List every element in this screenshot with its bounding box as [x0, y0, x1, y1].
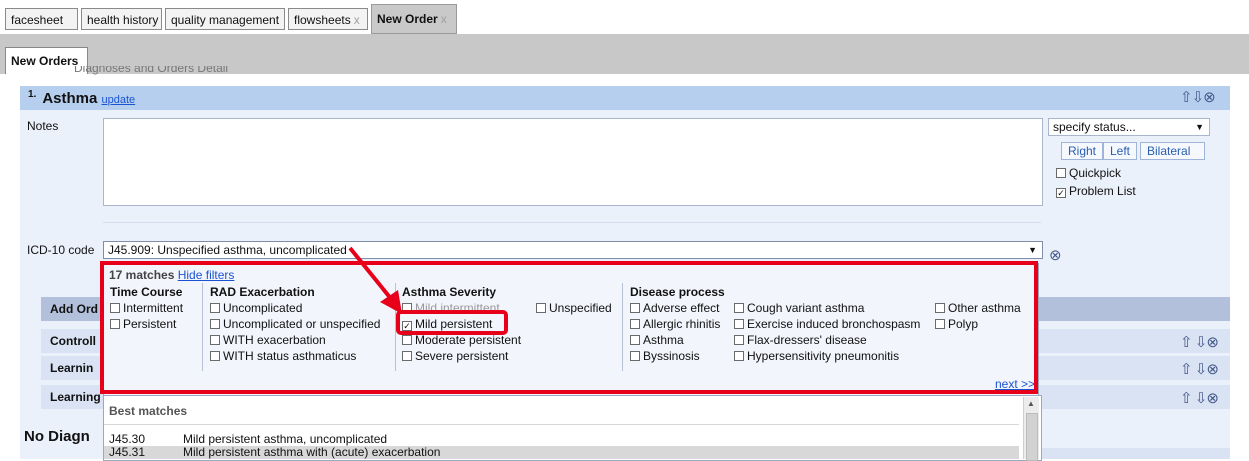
left-button[interactable]: Left	[1103, 142, 1138, 160]
arrow-shaft	[348, 246, 394, 302]
arrow-up-icon[interactable]: ⇧	[1180, 361, 1193, 378]
row-label: Controll	[50, 334, 96, 348]
icd-label: ICD-10 code	[27, 243, 95, 257]
checkbox-unchecked[interactable]	[1056, 168, 1066, 178]
icd-select-value: J45.909: Unspecified asthma, uncomplicat…	[108, 243, 347, 257]
section-title: Diagnoses and Orders Detail	[74, 66, 229, 75]
update-link[interactable]: update	[102, 94, 136, 106]
arrow-up-icon[interactable]: ⇧	[1180, 390, 1193, 407]
tab-health-history[interactable]: health history	[81, 8, 162, 30]
problem-list-label: Problem List	[1069, 184, 1136, 198]
circle-x-icon[interactable]: ⊗	[1206, 334, 1219, 351]
diagnosis-name: Asthma	[42, 90, 98, 107]
row-label: Learnin	[50, 361, 94, 375]
close-icon[interactable]: x	[441, 12, 447, 26]
row-actions: ⇧ ⇩⊗	[1180, 333, 1219, 351]
arrow-head	[380, 290, 402, 314]
checkbox-checked[interactable]: ✓	[1056, 188, 1066, 198]
row-label: Learning	[50, 390, 101, 404]
notes-textarea[interactable]	[103, 118, 1043, 206]
best-matches-heading: Best matches	[109, 404, 188, 418]
arrow-up-icon[interactable]: ⇧	[1180, 89, 1193, 106]
scrollbar[interactable]: ▲	[1023, 397, 1039, 461]
status-select-value: specify status...	[1053, 120, 1136, 134]
list-item[interactable]: J45.31 Mild persistent asthma with (acute…	[104, 446, 1019, 459]
tab-quality-management[interactable]: quality management	[165, 8, 285, 30]
divider	[104, 424, 1019, 425]
tab-label: health history	[87, 13, 159, 27]
tab-new-order[interactable]: New Order x	[371, 4, 457, 34]
quickpick-label: Quickpick	[1069, 166, 1122, 180]
dropdown-arrow-icon: ▼	[1028, 245, 1037, 255]
diagnosis-title: 1. Asthma update	[28, 89, 135, 107]
arrow-down-icon[interactable]: ⇩	[1195, 390, 1208, 407]
header-actions: ⇧⇩⊗	[1180, 88, 1216, 106]
divider	[103, 222, 1041, 223]
scrollbar-thumb[interactable]	[1026, 413, 1038, 461]
right-button[interactable]: Right	[1061, 142, 1104, 160]
tab-label: facesheet	[11, 13, 64, 27]
status-select[interactable]: specify status... ▼	[1048, 118, 1210, 136]
circle-x-icon[interactable]: ⊗	[1206, 390, 1219, 407]
match-code: J45.31	[109, 445, 146, 459]
arrow-down-icon[interactable]: ⇩	[1192, 89, 1205, 106]
row-actions: ⇧ ⇩⊗	[1180, 360, 1219, 378]
tab-flowsheets[interactable]: flowsheets x	[288, 8, 368, 30]
tab-label: quality management	[171, 13, 280, 27]
tab-facesheet[interactable]: facesheet	[5, 8, 78, 30]
tab-label: flowsheets	[294, 13, 351, 27]
quickpick-checkbox[interactable]: Quickpick	[1056, 166, 1121, 180]
red-arrow-annotation	[348, 246, 402, 314]
arrow-down-icon[interactable]: ⇩	[1195, 361, 1208, 378]
problem-list-checkbox[interactable]: ✓ Problem List	[1056, 184, 1136, 198]
icd-select[interactable]: J45.909: Unspecified asthma, uncomplicat…	[103, 241, 1043, 259]
red-highlight-box	[100, 261, 1038, 394]
close-icon[interactable]: x	[354, 13, 360, 27]
row-label: Add Ord	[50, 302, 98, 316]
arrow-up-icon[interactable]: ⇧	[1180, 334, 1193, 351]
diagnosis-header	[20, 86, 1230, 110]
no-diagnosis-heading: No Diagn	[24, 428, 90, 445]
scroll-up-icon[interactable]: ▲	[1027, 399, 1035, 408]
notes-label: Notes	[27, 119, 59, 133]
dropdown-arrow-icon: ▼	[1195, 122, 1204, 132]
tab-label: New Order	[377, 12, 438, 26]
circle-x-icon[interactable]: ⊗	[1203, 89, 1216, 106]
circle-x-icon[interactable]: ⊗	[1049, 246, 1062, 264]
bilateral-button[interactable]: Bilateral	[1140, 142, 1205, 160]
circle-x-icon[interactable]: ⊗	[1206, 361, 1219, 378]
arrow-down-icon[interactable]: ⇩	[1195, 334, 1208, 351]
match-description: Mild persistent asthma with (acute) exac…	[183, 445, 441, 459]
diagnosis-number: 1.	[28, 89, 37, 100]
row-actions: ⇧ ⇩⊗	[1180, 389, 1219, 407]
